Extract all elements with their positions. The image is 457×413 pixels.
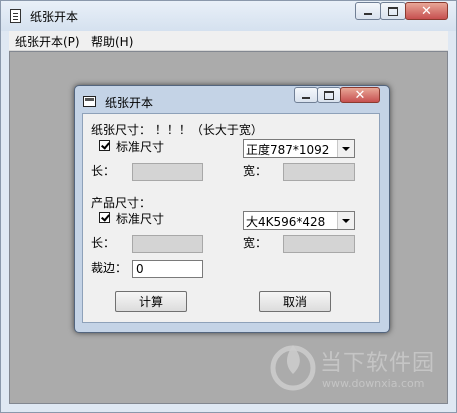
dialog-maximize-button[interactable] — [317, 87, 341, 103]
chevron-down-icon[interactable] — [337, 140, 354, 157]
window-title: 纸张开本 — [30, 10, 79, 24]
trim-value: 0 — [136, 262, 144, 276]
paper-length-input[interactable] — [132, 163, 203, 181]
minimize-button[interactable] — [355, 2, 381, 20]
watermark-title: 当下软件园 — [320, 351, 436, 376]
product-standard-checkbox[interactable] — [99, 212, 110, 223]
product-size-value: 大4K596*428 — [246, 215, 326, 229]
dialog-title: 纸张开本 — [105, 96, 154, 110]
product-standard-label: 标准尺寸 — [116, 212, 165, 226]
watermark-logo-icon — [270, 345, 316, 391]
product-width-input[interactable] — [283, 235, 355, 253]
title-bar[interactable]: 纸张开本 ✕ — [1, 1, 456, 31]
chevron-down-icon[interactable] — [337, 212, 354, 229]
dialog-close-button[interactable]: ✕ — [340, 87, 380, 103]
dialog-body: 纸张尺寸： ！！！（长大于宽） 标准尺寸 正度787*1092 长： 宽： 产品… — [82, 113, 380, 323]
paper-format-dialog: 纸张开本 ✕ 纸张尺寸： ！！！（长大于宽） 标准尺寸 正度787*1092 长… — [74, 85, 390, 333]
product-length-label: 长： — [91, 236, 116, 250]
menu-bar: 纸张开本(P) 帮助(H) — [9, 31, 448, 51]
maximize-button[interactable] — [380, 2, 406, 20]
product-size-select[interactable]: 大4K596*428 — [243, 211, 355, 230]
product-size-heading: 产品尺寸： — [91, 196, 152, 210]
watermark: 当下软件园 www.downxia.com — [264, 335, 454, 401]
paper-width-label: 宽： — [243, 164, 268, 178]
trim-label: 裁边： — [91, 261, 128, 275]
watermark-url: www.downxia.com — [322, 377, 425, 390]
caption-buttons: ✕ — [355, 2, 448, 21]
close-button[interactable]: ✕ — [405, 2, 448, 20]
maximize-icon — [388, 6, 398, 16]
trim-input[interactable]: 0 — [132, 260, 203, 278]
dialog-window-icon — [83, 96, 96, 107]
cancel-button[interactable]: 取消 — [259, 291, 331, 312]
paper-standard-checkbox[interactable] — [99, 140, 110, 151]
product-width-label: 宽： — [243, 236, 268, 250]
paper-size-select[interactable]: 正度787*1092 — [243, 139, 355, 158]
dialog-title-bar[interactable]: 纸张开本 ✕ — [75, 86, 389, 115]
paper-standard-label: 标准尺寸 — [116, 140, 165, 154]
dialog-caption-buttons: ✕ — [294, 87, 380, 106]
product-length-input[interactable] — [132, 235, 203, 253]
paper-size-heading: 纸张尺寸： ！！！（长大于宽） — [91, 123, 263, 137]
menu-help[interactable]: 帮助(H) — [91, 33, 133, 50]
menu-paper[interactable]: 纸张开本(P) — [15, 33, 80, 50]
close-icon: ✕ — [354, 87, 366, 103]
dialog-minimize-button[interactable] — [294, 87, 318, 103]
paper-size-value: 正度787*1092 — [246, 143, 330, 157]
app-document-icon — [10, 9, 21, 23]
paper-length-label: 长： — [91, 164, 116, 178]
main-window: 纸张开本 ✕ 纸张开本(P) 帮助(H) 纸张开本 ✕ 纸张尺寸： ！！！（长大… — [0, 0, 457, 413]
minimize-icon — [364, 13, 372, 15]
paper-width-input[interactable] — [283, 163, 355, 181]
close-icon: ✕ — [421, 3, 432, 19]
minimize-icon — [302, 97, 310, 99]
calculate-button[interactable]: 计算 — [115, 291, 187, 312]
maximize-icon — [324, 90, 334, 100]
